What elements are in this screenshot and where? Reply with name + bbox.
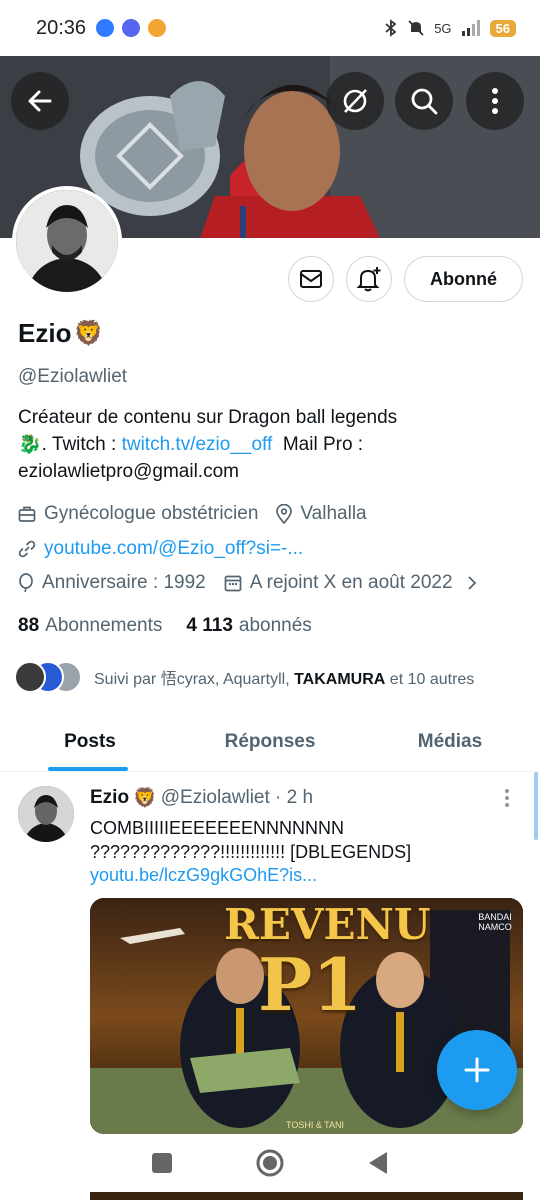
post-author-avatar[interactable] (18, 786, 74, 842)
following-count: 88 (18, 615, 40, 636)
more-vertical-icon (492, 88, 498, 114)
profile-meta-row-3: Anniversaire : 1992 A rejoint X en août … (18, 572, 485, 594)
tab-posts-label: Posts (64, 730, 116, 752)
following-stat[interactable]: 88 Abonnements (18, 615, 162, 637)
compose-post-button[interactable] (437, 1030, 517, 1110)
birthday-item: Anniversaire : 1992 (18, 572, 206, 594)
grok-icon (343, 89, 367, 113)
bio-email: eziolawlietpro@gmail.com (18, 461, 239, 482)
plus-icon (464, 1057, 490, 1083)
post-author-name[interactable]: Ezio (90, 787, 129, 809)
joined-item: A rejoint X en août 2022 (224, 572, 453, 594)
website-link[interactable]: youtube.com/@Ezio_off?si=-... (44, 538, 303, 560)
profile-meta-row-2: youtube.com/@Ezio_off?si=-... (18, 538, 303, 560)
joined-text: A rejoint X en août 2022 (249, 572, 453, 593)
chevron-right-icon[interactable] (467, 575, 477, 591)
location-pin-icon (276, 504, 293, 524)
notifications-button[interactable] (346, 256, 392, 302)
followed-by-suffix: et 10 autres (385, 671, 475, 688)
battery-indicator: 56 (489, 19, 516, 37)
location-text: Valhalla (300, 503, 367, 524)
following-label: Abonnements (45, 615, 163, 636)
followed-by[interactable]: Suivi par 悟cyrax, Aquartyll, TAKAMURA et… (14, 661, 474, 693)
job-item: Gynécologue obstétricien (18, 503, 258, 525)
briefcase-icon (18, 506, 36, 522)
bluetooth-icon (385, 19, 397, 37)
profile-meta-row-1: Gynécologue obstétricien Valhalla (18, 503, 385, 525)
bio-line1: Créateur de contenu sur Dragon ball lege… (18, 407, 398, 428)
more-options-button[interactable] (466, 72, 524, 130)
bio-mail-label: Mail Pro : (282, 434, 364, 455)
grok-button[interactable] (326, 72, 384, 130)
message-button[interactable] (288, 256, 334, 302)
post-avatar-image (18, 786, 74, 842)
profile-name: Ezio 🦁 (18, 318, 103, 349)
post-link[interactable]: youtu.be/lczG9gkGOhE?is... (90, 865, 317, 886)
home-circle-icon[interactable] (255, 1148, 285, 1178)
tab-posts[interactable]: Posts (0, 712, 180, 771)
back-button[interactable] (11, 72, 69, 130)
post-handle-time: @Eziolawliet · 2 h (160, 787, 314, 808)
media-brand: BANDAI NAMCO (478, 912, 512, 932)
followers-label: abonnés (238, 615, 312, 636)
profile-avatar[interactable] (12, 186, 122, 296)
post-text: COMBIIIIIEEEEEEENNNNNNN ?????????????!!!… (90, 818, 412, 862)
tab-media[interactable]: Médias (360, 712, 540, 771)
mail-icon (300, 270, 322, 288)
dragon-emoji: 🐉 (18, 434, 42, 455)
recents-square-icon[interactable] (151, 1152, 173, 1174)
followers-count: 4 113 (186, 615, 233, 636)
signal-icon (461, 20, 480, 36)
followed-by-bold: TAKAMURA (294, 671, 386, 688)
birthday-text: Anniversaire : 1992 (42, 572, 206, 593)
messenger-icon (96, 19, 115, 37)
status-right: 5G 56 (384, 19, 516, 37)
profile-stats: 88 Abonnements 4 113 abonnés (18, 615, 312, 637)
search-button[interactable] (395, 72, 453, 130)
profile-tabs: Posts Réponses Médias (0, 712, 540, 772)
profile-handle: @Eziolawliet (18, 366, 128, 387)
bell-plus-icon (356, 267, 381, 292)
status-time: 20:36 (36, 16, 87, 39)
calendar-icon (224, 575, 242, 592)
media-title-big: P1 (258, 942, 363, 1027)
post-header: Ezio 🦁 @Eziolawliet · 2 h (90, 786, 313, 810)
scrollbar-thumb[interactable] (534, 772, 538, 840)
profile-name-text: Ezio (18, 318, 72, 348)
post-author-emoji: 🦁 (133, 788, 157, 809)
media-caption: TOSHI & TANI (286, 1120, 345, 1130)
profile-bio: Créateur de contenu sur Dragon ball lege… (18, 404, 528, 485)
post-more-button[interactable] (504, 788, 510, 813)
link-icon (18, 540, 36, 558)
tab-replies[interactable]: Réponses (180, 712, 360, 771)
notification-icons (96, 19, 167, 37)
avatar-image (16, 190, 118, 292)
active-tab-indicator (48, 767, 128, 771)
job-text: Gynécologue obstétricien (44, 503, 259, 524)
balloon-icon (19, 573, 33, 593)
mute-icon (408, 20, 424, 36)
followed-by-names: 悟cyrax, Aquartyll, (160, 671, 295, 688)
twitch-link[interactable]: twitch.tv/ezio__off (122, 434, 273, 455)
tab-replies-label: Réponses (224, 730, 316, 752)
search-icon (411, 88, 438, 115)
followed-by-prefix: Suivi par (94, 671, 161, 688)
bio-twitch-prefix: . Twitch : (41, 434, 122, 455)
back-triangle-icon[interactable] (367, 1151, 389, 1175)
follower-avatar (14, 661, 46, 693)
following-button[interactable]: Abonné (404, 256, 523, 302)
location-item: Valhalla (276, 503, 367, 525)
system-nav-bar (0, 1134, 540, 1192)
tab-media-label: Médias (417, 730, 483, 752)
orange-app-icon (148, 19, 167, 37)
lion-emoji: 🦁 (73, 320, 104, 347)
followed-by-text: Suivi par 悟cyrax, Aquartyll, TAKAMURA et… (94, 665, 474, 689)
network-label: 5G (434, 20, 452, 36)
more-vertical-icon (505, 789, 509, 807)
next-media-peek (90, 1192, 523, 1200)
status-bar: 20:36 5G 56 (0, 0, 540, 56)
followers-stat[interactable]: 4 113 abonnés (186, 615, 311, 637)
discord-icon (122, 19, 141, 37)
arrow-left-icon (28, 90, 52, 112)
